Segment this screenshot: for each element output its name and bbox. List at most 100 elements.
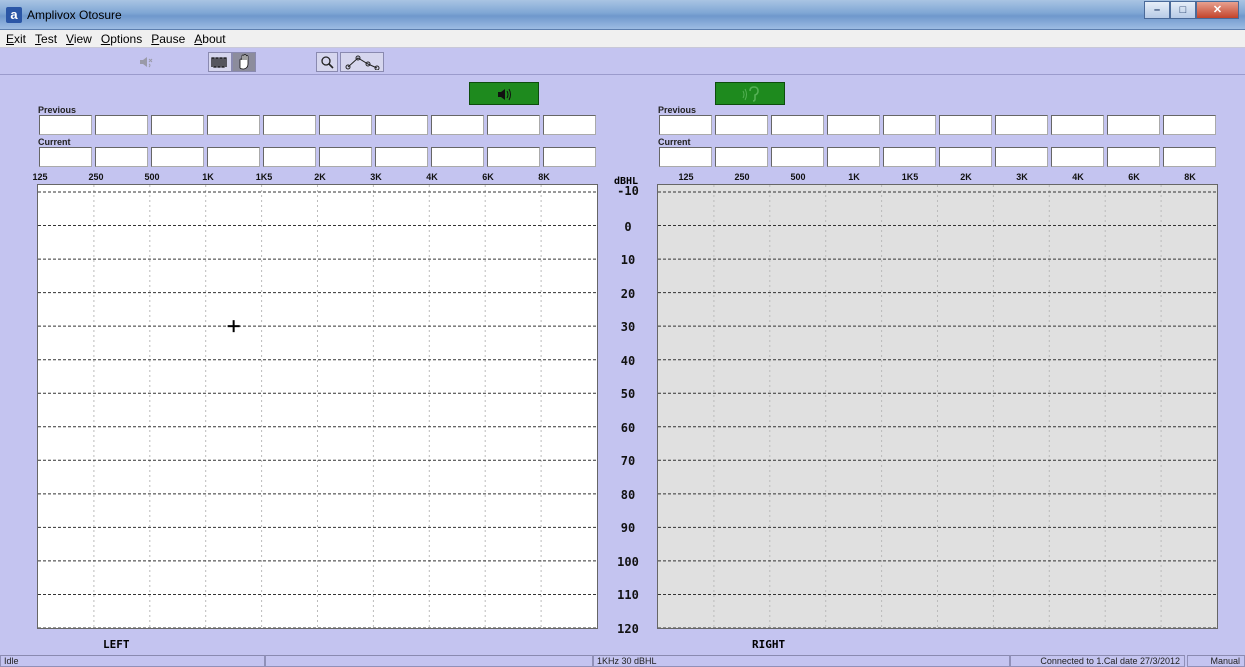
- current-cell-1k: [827, 147, 880, 167]
- current-cell-8k: [543, 147, 596, 167]
- freq-label: 1K: [202, 172, 214, 182]
- current-cell-1k5: [883, 147, 936, 167]
- status-bar: Idle 1KHz 30 dBHL Connected to 1.Cal dat…: [0, 655, 1245, 667]
- status-mode: Manual: [1187, 655, 1245, 667]
- freq-label: 6K: [482, 172, 494, 182]
- left-ear-label: LEFT: [103, 638, 130, 651]
- freq-label: 1K: [848, 172, 860, 182]
- maximize-button[interactable]: □: [1170, 1, 1196, 19]
- freq-label: 8K: [538, 172, 550, 182]
- app-icon: a: [6, 7, 22, 23]
- previous-cells-left: [39, 115, 599, 135]
- db-tick-label: -10: [617, 184, 639, 198]
- freq-label: 6K: [1128, 172, 1140, 182]
- current-cell-2k: [319, 147, 372, 167]
- menu-view[interactable]: View: [66, 32, 92, 46]
- db-tick-label: 120: [617, 622, 639, 636]
- current-cell-6k: [487, 147, 540, 167]
- previous-cell-3k: [995, 115, 1048, 135]
- status-tone: 1KHz 30 dBHL: [593, 655, 1010, 667]
- db-tick-label: 80: [620, 487, 636, 502]
- menu-exit[interactable]: Exit: [6, 32, 26, 46]
- db-tick-label: 40: [620, 353, 636, 368]
- previous-cell-6k: [487, 115, 540, 135]
- freq-label: 1K5: [901, 172, 919, 182]
- freq-label: 250: [734, 172, 750, 182]
- freq-label: 1K5: [255, 172, 273, 182]
- current-cell-3k: [995, 147, 1048, 167]
- minimize-button[interactable]: –: [1144, 1, 1170, 19]
- menu-pause[interactable]: Pause: [151, 32, 185, 46]
- menu-test[interactable]: Test: [35, 32, 57, 46]
- menu-bar: Exit Test View Options Pause About: [0, 30, 1245, 48]
- current-cell-6k: [1107, 147, 1160, 167]
- status-connection: Connected to 1.Cal date 27/3/2012: [1010, 655, 1185, 667]
- previous-cell-500: [771, 115, 824, 135]
- previous-cell-1k: [827, 115, 880, 135]
- current-cell-250: [95, 147, 148, 167]
- current-cell-1k5: [263, 147, 316, 167]
- speaker-off-icon[interactable]: [134, 52, 158, 72]
- previous-cell-2k: [319, 115, 372, 135]
- freq-label: 500: [790, 172, 806, 182]
- previous-label-right: Previous: [658, 105, 697, 115]
- current-label-left: Current: [38, 137, 71, 147]
- current-label-right: Current: [658, 137, 691, 147]
- previous-cell-1k: [207, 115, 260, 135]
- previous-cell-125: [39, 115, 92, 135]
- frequency-labels-right: 125 250 500 1K 1K5 2K 3K 4K 6K 8K: [658, 172, 1218, 182]
- db-tick-label: 70: [620, 454, 636, 469]
- current-cells-right: [659, 147, 1219, 167]
- db-tick-label: 0: [624, 219, 632, 234]
- previous-cell-3k: [375, 115, 428, 135]
- previous-cell-8k: [543, 115, 596, 135]
- menu-options[interactable]: Options: [101, 32, 142, 46]
- right-ear-label: RIGHT: [752, 638, 786, 651]
- freq-label: 3K: [1016, 172, 1028, 182]
- previous-cell-250: [715, 115, 768, 135]
- cursor-crosshair: [227, 320, 240, 333]
- right-ear-button[interactable]: [715, 82, 785, 105]
- previous-cell-1k5: [883, 115, 936, 135]
- freq-label: 2K: [314, 172, 326, 182]
- close-button[interactable]: ✕: [1196, 1, 1239, 19]
- freq-label: 2K: [960, 172, 972, 182]
- db-tick-label: 110: [617, 588, 639, 603]
- window-title: Amplivox Otosure: [27, 8, 122, 22]
- db-tick-label: 20: [620, 286, 636, 301]
- left-ear-button[interactable]: [469, 82, 539, 105]
- current-cell-4k: [431, 147, 484, 167]
- tone-icon[interactable]: [208, 52, 232, 72]
- magnifier-icon[interactable]: [316, 52, 338, 72]
- freq-label: 500: [144, 172, 160, 182]
- current-cell-500: [151, 147, 204, 167]
- previous-cell-125: [659, 115, 712, 135]
- current-cell-2k: [939, 147, 992, 167]
- previous-cell-4k: [431, 115, 484, 135]
- db-tick-label: 30: [620, 320, 636, 335]
- previous-cells-right: [659, 115, 1219, 135]
- status-state: Idle: [0, 655, 265, 667]
- title-bar: a Amplivox Otosure – □ ✕: [0, 0, 1245, 30]
- previous-cell-1k5: [263, 115, 316, 135]
- previous-label-left: Previous: [38, 105, 77, 115]
- right-audiogram-grid: [658, 185, 1217, 628]
- menu-about[interactable]: About: [194, 32, 225, 46]
- frequency-labels-left: 125 250 500 1K 1K5 2K 3K 4K 6K 8K: [12, 172, 572, 182]
- db-tick-label: 90: [620, 521, 636, 536]
- status-spacer: [265, 655, 593, 667]
- previous-cell-8k: [1163, 115, 1216, 135]
- right-audiogram-chart[interactable]: [657, 184, 1218, 629]
- previous-cell-4k: [1051, 115, 1104, 135]
- previous-cell-500: [151, 115, 204, 135]
- db-tick-label: 50: [620, 387, 636, 402]
- graph-line-icon[interactable]: [340, 52, 384, 72]
- current-cell-1k: [207, 147, 260, 167]
- left-audiogram-chart[interactable]: [37, 184, 598, 629]
- current-cell-3k: [375, 147, 428, 167]
- previous-cell-250: [95, 115, 148, 135]
- hand-icon[interactable]: [232, 52, 256, 72]
- current-cell-8k: [1163, 147, 1216, 167]
- freq-label: 125: [678, 172, 694, 182]
- freq-label: 250: [88, 172, 104, 182]
